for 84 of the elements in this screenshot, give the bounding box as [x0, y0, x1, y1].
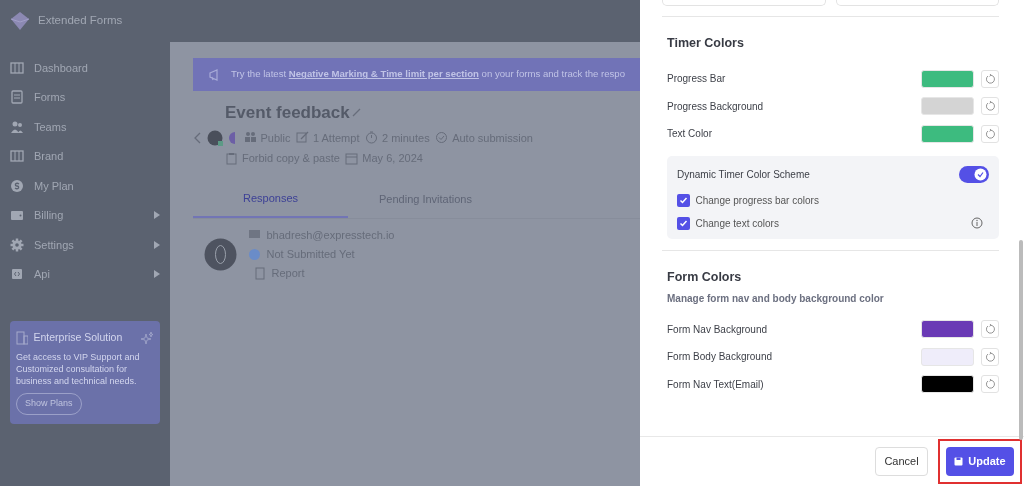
- scrollbar[interactable]: [1019, 240, 1023, 440]
- info-icon: [971, 217, 983, 230]
- sidebar-item[interactable]: Api: [0, 259, 170, 289]
- people-icon: [243, 131, 257, 145]
- reset-icon: [985, 128, 995, 139]
- app-name: Extended Forms: [38, 13, 123, 29]
- sidebar-item[interactable]: Settings: [0, 230, 170, 260]
- color-swatch[interactable]: [921, 347, 974, 366]
- color-label: Form Nav Background: [667, 322, 769, 337]
- wallet-icon: [10, 208, 24, 223]
- building-icon: [16, 330, 28, 345]
- save-icon: [954, 457, 964, 466]
- check-icon: [679, 195, 688, 205]
- color-swatch[interactable]: [921, 97, 974, 116]
- input-field[interactable]: [662, 0, 826, 6]
- color-label: Form Nav Text(Email): [667, 377, 765, 392]
- reset-button[interactable]: [981, 124, 999, 143]
- sidebar-item[interactable]: Brand: [0, 141, 170, 171]
- reset-button[interactable]: [981, 69, 999, 88]
- checkbox[interactable]: [677, 216, 690, 230]
- color-label: Text Color: [667, 127, 713, 142]
- reset-icon: [985, 73, 995, 84]
- code-icon: [10, 267, 24, 282]
- reset-icon: [985, 101, 995, 112]
- columns-icon: [10, 60, 24, 75]
- pencil-icon: [352, 108, 362, 118]
- tab[interactable]: Responses: [193, 181, 348, 218]
- avatar-icon: [204, 237, 237, 271]
- caret-icon: [154, 270, 160, 279]
- banner-text: Try the latest Negative Marking & Time limit per section on your forms and track the respo: [231, 67, 626, 82]
- caret-icon: [154, 211, 160, 220]
- gear-icon: [10, 237, 24, 252]
- toggle-switch[interactable]: [959, 165, 989, 183]
- columns-icon: [10, 149, 24, 164]
- clipboard-icon: [225, 151, 238, 165]
- scheme-label: Dynamic Timer Color Scheme: [677, 167, 811, 182]
- color-swatch[interactable]: [921, 375, 974, 394]
- checkbox[interactable]: [677, 193, 690, 207]
- reset-button[interactable]: [981, 375, 999, 394]
- back-icon[interactable]: [193, 131, 201, 144]
- color-swatch[interactable]: [921, 320, 974, 339]
- section-subtitle: Manage form nav and body background color: [667, 292, 885, 307]
- check-icon: [679, 218, 688, 228]
- sidebar-item[interactable]: Dashboard: [0, 53, 170, 83]
- check-circle-icon: [435, 131, 449, 145]
- document-icon: [10, 90, 24, 105]
- promo-text: Get access to VIP Support and Customized consultation for business and technical needs.: [16, 350, 141, 388]
- section-title: Timer Colors: [667, 35, 745, 52]
- toggle-knob: [973, 166, 988, 182]
- color-swatch[interactable]: [921, 124, 974, 143]
- calendar-icon: [345, 151, 359, 165]
- reset-button[interactable]: [981, 97, 999, 116]
- edit-icon: [295, 131, 309, 145]
- reset-button[interactable]: [981, 320, 999, 339]
- reset-icon: [985, 351, 995, 362]
- sidebar-item[interactable]: Forms: [0, 82, 170, 112]
- color-swatch[interactable]: [921, 69, 974, 88]
- form-title: Event feedback: [225, 102, 350, 124]
- update-button[interactable]: Update: [946, 447, 1014, 476]
- people-icon: [10, 119, 24, 134]
- input-field[interactable]: [835, 0, 999, 6]
- cancel-button[interactable]: Cancel: [875, 447, 928, 476]
- half-moon-icon: [228, 130, 238, 145]
- caret-icon: [154, 240, 160, 249]
- reset-button[interactable]: [981, 347, 999, 366]
- sidebar-item[interactable]: Teams: [0, 112, 170, 142]
- reset-icon: [985, 379, 995, 390]
- section-title: Form Colors: [667, 268, 743, 286]
- color-label: Progress Bar: [667, 72, 727, 87]
- color-label: Progress Background: [667, 99, 765, 114]
- stopwatch-icon: [364, 131, 378, 145]
- report-icon: [253, 266, 266, 280]
- promo-title: Enterprise Solution: [33, 330, 124, 345]
- info-icon: [248, 247, 261, 261]
- avatar-icon: [206, 129, 223, 146]
- sidebar-item[interactable]: Billing: [0, 200, 170, 230]
- color-label: Form Body Background: [667, 350, 774, 365]
- sidebar-item[interactable]: My Plan: [0, 171, 170, 201]
- coin-icon: [10, 178, 24, 193]
- checkbox-label: Change progress bar colors: [695, 193, 820, 208]
- logo-icon: [10, 11, 30, 31]
- sparkle-icon: [140, 330, 154, 345]
- reset-icon: [985, 324, 995, 335]
- checkbox-label: Change text colors: [695, 216, 780, 231]
